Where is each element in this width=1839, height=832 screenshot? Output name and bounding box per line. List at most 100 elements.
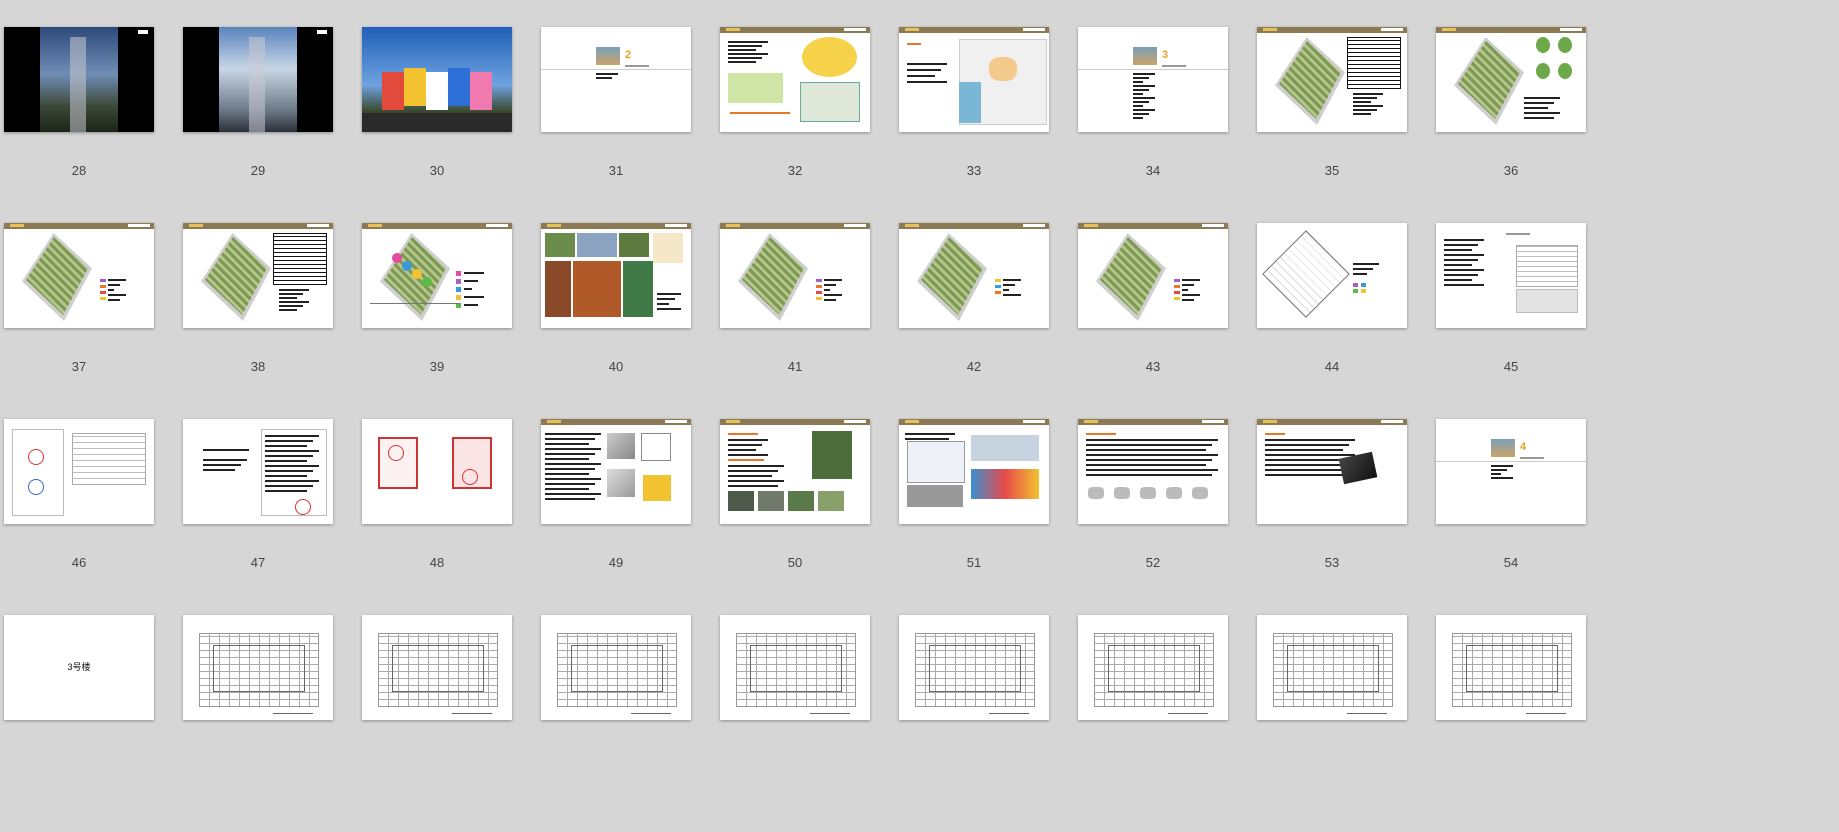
text-line — [1086, 449, 1206, 451]
slide-thumbnail[interactable] — [899, 27, 1049, 132]
slide-thumbnail[interactable] — [720, 615, 870, 720]
slide-thumbnail[interactable] — [183, 223, 333, 328]
slide-thumbnail[interactable]: 3 — [1078, 27, 1228, 132]
slide-cell: 3 34 — [1078, 27, 1228, 202]
landscape-photo — [573, 261, 621, 317]
slide-thumbnail[interactable] — [183, 615, 333, 720]
slide-thumbnail[interactable] — [183, 27, 333, 132]
text-line — [1182, 284, 1194, 286]
slide-header-bar — [183, 223, 333, 229]
text-line — [1444, 239, 1484, 241]
site-plan-fill — [205, 237, 267, 315]
slide-thumbnail[interactable] — [4, 27, 154, 132]
site-plan-fill — [1458, 41, 1520, 119]
section-title-line — [1162, 65, 1186, 67]
legend-swatch — [816, 279, 822, 282]
legend-swatch — [816, 285, 822, 288]
text-line — [279, 293, 303, 295]
text-line — [824, 289, 830, 291]
landscape-photo — [545, 233, 575, 257]
slide-thumbnail[interactable] — [1257, 419, 1407, 524]
slide-thumbnail[interactable] — [1078, 419, 1228, 524]
slide-number: 52 — [1145, 555, 1161, 570]
slide-header-bar — [541, 223, 691, 229]
text-line — [279, 305, 303, 307]
text-line — [728, 449, 756, 451]
text-line — [545, 473, 589, 475]
text-line — [1086, 439, 1218, 441]
text-line — [1353, 109, 1377, 111]
slide-number: 48 — [429, 555, 445, 570]
red-stamp — [462, 469, 478, 485]
slide-thumbnail[interactable] — [1078, 223, 1228, 328]
slide-thumbnail[interactable] — [541, 223, 691, 328]
slide-cell — [899, 615, 1049, 790]
text-line — [545, 443, 589, 445]
text-line — [545, 438, 595, 440]
data-table — [1516, 245, 1578, 287]
text-line — [1086, 444, 1212, 446]
text-line — [545, 463, 601, 465]
slide-thumbnail[interactable] — [4, 419, 154, 524]
map-image — [728, 73, 783, 103]
slide-thumbnail[interactable] — [362, 27, 512, 132]
slide-thumbnail[interactable] — [720, 419, 870, 524]
slide-thumbnail[interactable] — [541, 615, 691, 720]
slide-cell: 41 — [720, 223, 870, 398]
slide-thumbnail[interactable] — [541, 419, 691, 524]
slide-thumbnail[interactable]: 3号楼 — [4, 615, 154, 720]
landscape-photo — [545, 261, 571, 317]
text-line — [1003, 294, 1021, 296]
slide-thumbnail[interactable] — [183, 419, 333, 524]
slide-thumbnail[interactable] — [899, 419, 1049, 524]
text-line — [728, 475, 772, 477]
text-line — [1491, 469, 1507, 471]
slide-thumbnail[interactable] — [1257, 615, 1407, 720]
slide-number: 31 — [608, 163, 624, 178]
text-line — [1491, 477, 1513, 479]
text-line — [1086, 464, 1206, 466]
slide-thumbnail[interactable] — [362, 615, 512, 720]
text-line — [265, 455, 313, 457]
floor-plan-walls — [213, 645, 305, 692]
subtitle — [907, 43, 921, 45]
slide-thumbnail[interactable] — [4, 223, 154, 328]
slide-number: 38 — [250, 359, 266, 374]
slide-cell: 45 — [1436, 223, 1586, 398]
slide-thumbnail[interactable]: 2 — [541, 27, 691, 132]
legend-swatch — [1353, 289, 1358, 293]
slide-thumbnail[interactable] — [362, 419, 512, 524]
slide-thumbnail[interactable] — [1436, 223, 1586, 328]
slide-thumbnail[interactable] — [720, 223, 870, 328]
text-line — [1086, 474, 1212, 476]
slide-number: 47 — [250, 555, 266, 570]
product-photo — [971, 469, 1039, 499]
legend-swatch — [1353, 283, 1358, 287]
text-line — [1353, 101, 1371, 103]
product-image — [607, 433, 635, 459]
slide-thumbnail[interactable] — [899, 223, 1049, 328]
slide-thumbnail[interactable] — [362, 223, 512, 328]
text-line — [203, 464, 241, 466]
slide-header-tag — [1442, 28, 1456, 31]
text-line — [545, 433, 601, 435]
slide-thumbnail[interactable] — [1436, 27, 1586, 132]
text-line — [1491, 465, 1513, 467]
text-line — [728, 444, 762, 446]
text-line — [728, 41, 768, 43]
slide-cell: 32 — [720, 27, 870, 202]
slide-thumbnail[interactable] — [1257, 223, 1407, 328]
slide-thumbnail[interactable]: 4 — [1436, 419, 1586, 524]
text-line — [265, 465, 319, 467]
text-line — [824, 284, 836, 286]
slide-thumbnail[interactable] — [899, 615, 1049, 720]
slide-thumbnail[interactable] — [720, 27, 870, 132]
slide-cell: 4 54 — [1436, 419, 1586, 594]
slide-cell — [1078, 615, 1228, 790]
slide-thumbnail[interactable] — [1078, 615, 1228, 720]
legend-swatch — [995, 285, 1001, 288]
text-line — [1353, 97, 1377, 99]
slide-thumbnail[interactable] — [1436, 615, 1586, 720]
slide-thumbnail[interactable] — [1257, 27, 1407, 132]
text-line — [265, 490, 307, 492]
